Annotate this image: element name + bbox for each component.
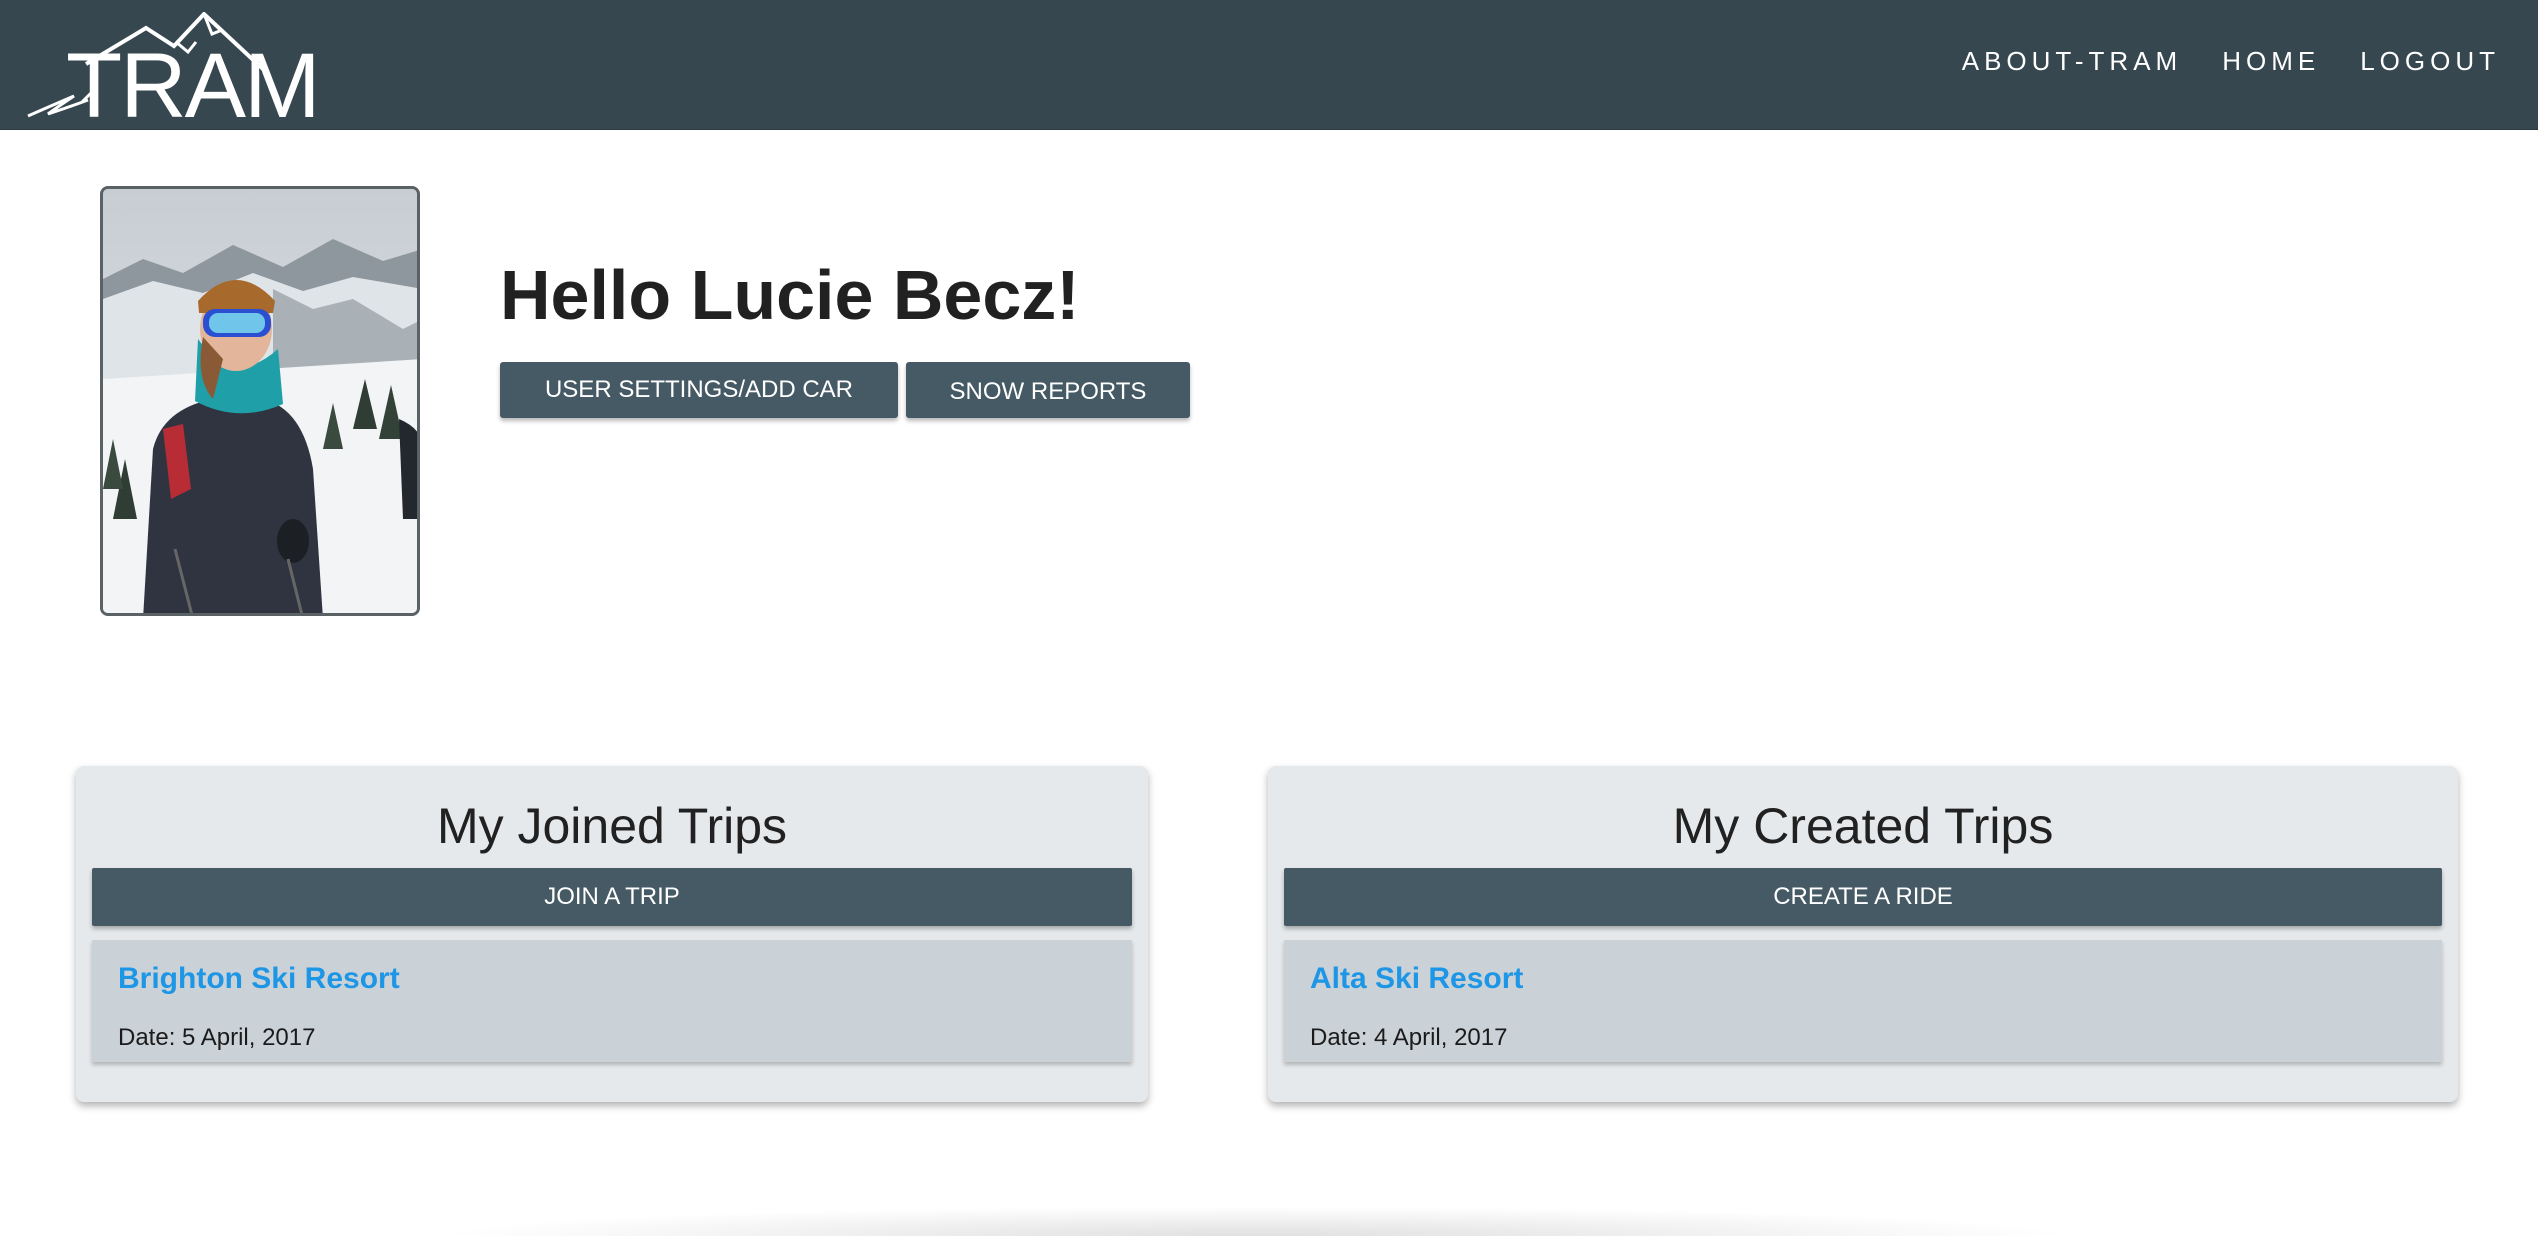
created-trips-title: My Created Trips bbox=[1672, 798, 2054, 854]
joined-trips-title: My Joined Trips bbox=[436, 798, 788, 854]
nav-logout[interactable]: LOGOUT bbox=[2340, 46, 2520, 77]
join-trip-button[interactable]: JOIN A TRIP bbox=[92, 868, 1132, 926]
trip-link[interactable]: Brighton Ski Resort bbox=[118, 962, 400, 996]
create-ride-button[interactable]: CREATE A RIDE bbox=[1284, 868, 2442, 926]
trip-date: Date: 4 April, 2017 bbox=[1310, 1024, 1508, 1051]
snow-reports-button[interactable]: SNOW REPORTS bbox=[906, 362, 1190, 418]
brand-text: TRAM bbox=[66, 35, 321, 137]
profile-photo-image bbox=[103, 189, 417, 613]
trip-link[interactable]: Alta Ski Resort bbox=[1310, 962, 1523, 996]
list-item: Alta Ski Resort Date: 4 April, 2017 bbox=[1284, 940, 2442, 1062]
nav-home[interactable]: HOME bbox=[2202, 46, 2340, 77]
navbar: TRAM ABOUT-TRAM HOME LOGOUT bbox=[0, 0, 2538, 132]
greeting-heading: Hello Lucie Becz! bbox=[500, 256, 1080, 334]
profile-photo bbox=[100, 186, 420, 616]
list-item: Brighton Ski Resort Date: 5 April, 2017 bbox=[92, 940, 1132, 1062]
nav-links: ABOUT-TRAM HOME LOGOUT bbox=[1942, 46, 2520, 77]
nav-about-tram[interactable]: ABOUT-TRAM bbox=[1942, 46, 2202, 77]
user-settings-button[interactable]: USER SETTINGS/ADD CAR bbox=[500, 362, 898, 418]
joined-trips-card: My Joined Trips JOIN A TRIP Brighton Ski… bbox=[76, 766, 1148, 1102]
footer-shadow bbox=[430, 1206, 2080, 1236]
created-trips-card: My Created Trips CREATE A RIDE Alta Ski … bbox=[1268, 766, 2458, 1102]
trip-date: Date: 5 April, 2017 bbox=[118, 1024, 316, 1051]
brand-logo[interactable]: TRAM bbox=[26, 12, 356, 132]
